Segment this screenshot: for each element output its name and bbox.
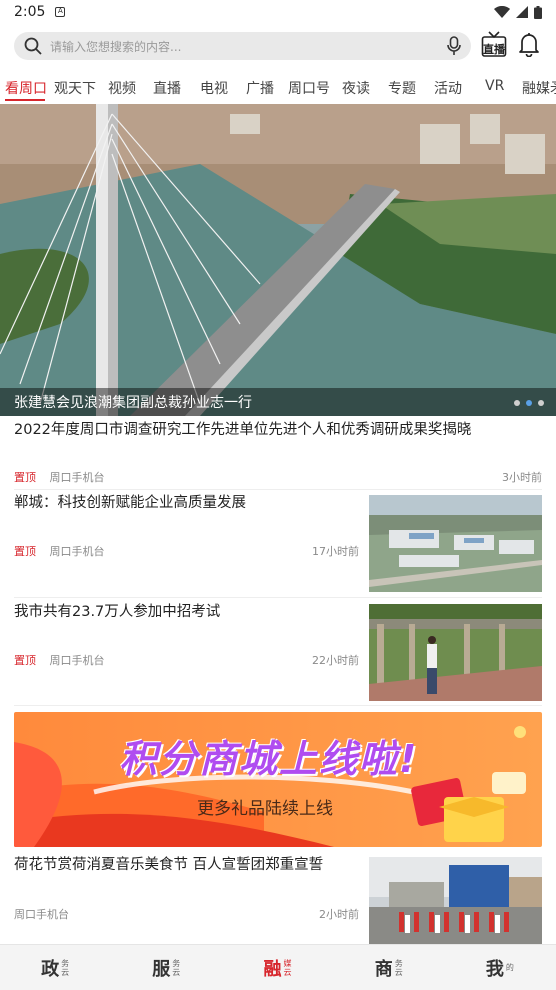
- carousel-dot-active[interactable]: [526, 400, 532, 406]
- nav-label: 服: [152, 958, 171, 980]
- tab-zhoukou-hao[interactable]: 周口号: [288, 78, 330, 98]
- search-bar[interactable]: 请输入您想搜索的内容...: [14, 32, 471, 60]
- tab-activities[interactable]: 活动: [434, 78, 462, 98]
- news-title: 2022年度周口市调查研究工作先进单位先进个人和优秀调研成果奖揭晓: [14, 422, 472, 438]
- news-source: 周口手机台: [49, 545, 105, 558]
- signal-icon: [516, 6, 528, 18]
- tab-live[interactable]: 直播: [153, 78, 181, 98]
- news-item[interactable]: 2022年度周口市调查研究工作先进单位先进个人和优秀调研成果奖揭晓 置顶 周口手…: [14, 420, 542, 484]
- divider: [14, 489, 542, 490]
- nav-zhengwu-cloud[interactable]: 政 务云: [0, 945, 111, 990]
- news-time: 22小时前: [312, 654, 359, 667]
- nav-shangwu-cloud[interactable]: 商 务云: [334, 945, 445, 990]
- nav-sublabel: 的: [505, 963, 514, 972]
- tab-rongmei[interactable]: 融媒矛: [522, 78, 556, 98]
- lotus-festival-image: [369, 857, 542, 944]
- tab-night-reading[interactable]: 夜读: [342, 78, 370, 98]
- divider: [14, 705, 542, 706]
- status-icons: [494, 5, 542, 19]
- nav-label: 我: [485, 958, 504, 980]
- divider: [14, 597, 542, 598]
- wifi-icon: [494, 6, 510, 18]
- search-row: 请输入您想搜索的内容... 直播: [0, 28, 556, 64]
- notification-icon: A: [55, 7, 66, 17]
- nav-label: 政: [41, 958, 60, 980]
- nav-label: 商: [374, 958, 393, 980]
- tab-video[interactable]: 视频: [108, 78, 136, 98]
- nav-label: 融: [263, 958, 282, 980]
- news-thumbnail[interactable]: [369, 604, 542, 701]
- exam-student-image: [369, 604, 542, 701]
- status-bar: 2:05 A: [0, 0, 556, 24]
- news-meta: 周口手机台 2小时前: [14, 906, 359, 922]
- hero-image: [0, 104, 556, 416]
- pinned-badge: 置顶: [14, 545, 36, 558]
- banner-subtitle: 更多礼品陆续上线: [197, 799, 333, 819]
- tab-topics[interactable]: 专题: [388, 78, 416, 98]
- carousel-dot[interactable]: [538, 400, 544, 406]
- news-title: 我市共有23.7万人参加中招考试: [14, 604, 221, 620]
- news-item[interactable]: 郸城：科技创新赋能企业高质量发展 置顶 周口手机台 17小时前: [14, 493, 359, 558]
- news-meta: 置顶 周口手机台 17小时前: [14, 543, 359, 559]
- banner-headline: 积分商城上线啦!: [119, 737, 419, 781]
- nav-sublabel: 务云: [172, 958, 181, 977]
- live-label: 直播: [483, 43, 505, 56]
- news-title: 郸城：科技创新赋能企业高质量发展: [14, 495, 246, 511]
- promo-banner[interactable]: 积分商城上线啦! 更多礼品陆续上线: [14, 712, 542, 847]
- hero-carousel[interactable]: 张建慧会见浪潮集团副总裁孙业志一行: [0, 104, 556, 416]
- news-source: 周口手机台: [14, 908, 69, 921]
- notification-button[interactable]: [518, 31, 540, 58]
- search-input[interactable]: 请输入您想搜索的内容...: [50, 38, 447, 55]
- news-item[interactable]: 荷花节赏荷消夏音乐美食节 百人宣誓团郑重宣誓 周口手机台 2小时前: [14, 855, 359, 921]
- tab-kan-zhoukou[interactable]: 看周口: [5, 78, 47, 98]
- news-meta: 置顶 周口手机台 22小时前: [14, 652, 359, 668]
- news-thumbnail[interactable]: [369, 857, 542, 944]
- bottom-navigation: 政 务云 服 务云 融 媒云 商 务云 我 的: [0, 944, 556, 990]
- nav-fuwu-cloud[interactable]: 服 务云: [111, 945, 222, 990]
- news-time: 3小时前: [502, 471, 542, 484]
- carousel-indicator: [514, 400, 544, 406]
- hero-caption: 张建慧会见浪潮集团副总裁孙业志一行: [0, 388, 556, 416]
- battery-icon: [534, 5, 542, 19]
- news-meta: 置顶 周口手机台 3小时前: [14, 469, 542, 485]
- status-time: 2:05: [14, 4, 46, 20]
- nav-mine[interactable]: 我 的: [445, 945, 556, 990]
- nav-sublabel: 务云: [61, 958, 70, 977]
- microphone-icon[interactable]: [447, 36, 461, 56]
- bell-icon: [519, 33, 539, 58]
- active-tab-indicator: [5, 99, 45, 101]
- search-icon: [24, 37, 42, 55]
- news-item[interactable]: 我市共有23.7万人参加中招考试 置顶 周口手机台 22小时前: [14, 602, 359, 667]
- tab-vr[interactable]: VR: [485, 78, 504, 94]
- nav-sublabel: 务云: [394, 958, 403, 977]
- nav-rongmei-cloud[interactable]: 融 媒云: [222, 945, 333, 990]
- nav-sublabel: 媒云: [283, 958, 292, 977]
- news-thumbnail[interactable]: [369, 495, 542, 592]
- carousel-dot[interactable]: [514, 400, 520, 406]
- tab-radio[interactable]: 广播: [246, 78, 274, 98]
- live-tv-button[interactable]: 直播: [481, 30, 507, 58]
- news-time: 17小时前: [312, 545, 359, 558]
- industrial-park-image: [369, 495, 542, 592]
- pinned-badge: 置顶: [14, 654, 36, 667]
- news-title: 荷花节赏荷消夏音乐美食节 百人宣誓团郑重宣誓: [14, 857, 324, 873]
- news-source: 周口手机台: [49, 471, 105, 484]
- tab-tv[interactable]: 电视: [200, 78, 228, 98]
- news-time: 2小时前: [319, 908, 359, 921]
- news-source: 周口手机台: [49, 654, 105, 667]
- channel-tabs: 看周口 观天下 视频 直播 电视 广播 周口号 夜读 专题 活动 VR 融媒矛: [0, 74, 556, 102]
- tab-guan-tianxia[interactable]: 观天下: [54, 78, 96, 98]
- pinned-badge: 置顶: [14, 471, 36, 484]
